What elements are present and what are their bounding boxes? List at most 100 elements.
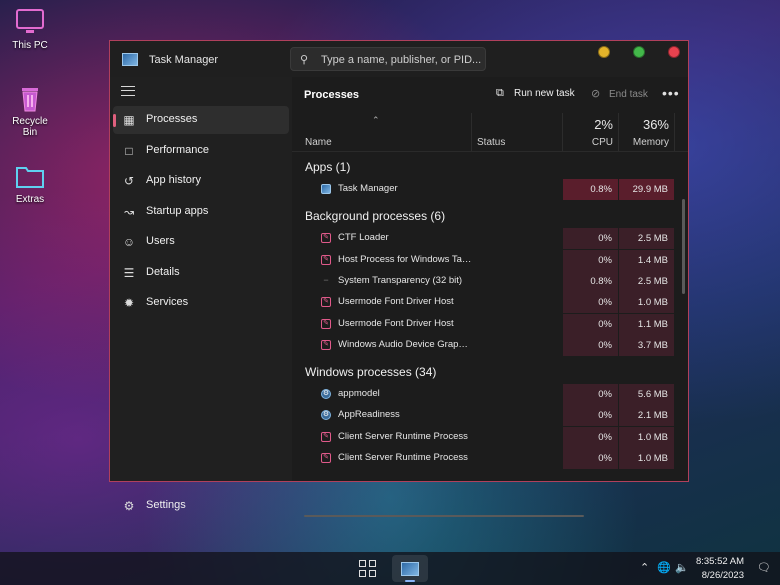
desktop-icon-this-pc[interactable]: This PC xyxy=(6,6,54,51)
memory-cell: 2.1 MB xyxy=(619,405,674,427)
start-button[interactable] xyxy=(359,560,377,578)
maximize-button[interactable] xyxy=(633,46,645,58)
table-row[interactable]: ✎ Host Process for Windows Tasks 0% 1.4 MB xyxy=(292,249,682,271)
sidebar-item-label: Processes xyxy=(146,113,198,125)
table-row[interactable]: ✎ Client Server Runtime Process 0% 1.0 MB xyxy=(292,448,682,469)
memory-value: 1.0 MB xyxy=(637,431,668,443)
task-manager-app-icon xyxy=(122,53,138,66)
cpu-value: 0.8% xyxy=(590,184,612,195)
column-header-name[interactable]: Name xyxy=(305,137,332,148)
group-header[interactable]: Windows processes (34) xyxy=(305,365,436,379)
column-header-memory-percent[interactable]: 36% xyxy=(623,117,669,132)
memory-cell: 1.1 MB xyxy=(619,313,674,335)
monitor-icon xyxy=(16,9,44,33)
column-divider[interactable] xyxy=(471,113,472,151)
horizontal-scrollbar[interactable] xyxy=(304,515,584,517)
search-icon: ⚲ xyxy=(300,54,309,66)
memory-cell: 1.0 MB xyxy=(619,426,674,448)
table-row[interactable]: Task Manager 0.8% 29.9 MB xyxy=(292,179,682,200)
process-name: Usermode Font Driver Host xyxy=(338,296,454,308)
cpu-cell: 0% xyxy=(563,384,618,406)
chevron-up-icon[interactable]: ⌃ xyxy=(640,561,649,574)
process-list: Apps (1) Task Manager 0.8% 29.9 MB Backgroun… xyxy=(292,152,682,472)
table-row[interactable]: ✎ Usermode Font Driver Host 0% 1.0 MB xyxy=(292,292,682,314)
settings-gear-icon: ⚙ xyxy=(123,499,135,513)
search-box[interactable]: ⚲ xyxy=(290,47,486,71)
sidebar-item-users[interactable]: ☺ Users xyxy=(113,228,289,256)
group-header[interactable]: Background processes (6) xyxy=(305,209,445,223)
cpu-value: 0% xyxy=(598,410,612,422)
column-divider[interactable] xyxy=(674,113,675,151)
network-globe-icon[interactable]: 🌐 xyxy=(657,561,671,574)
minimize-button[interactable] xyxy=(598,46,610,58)
sidebar-item-startup-apps[interactable]: ↝ Startup apps xyxy=(113,198,289,226)
sidebar-item-label: Settings xyxy=(146,499,186,511)
table-row[interactable]: ✎ Windows Audio Device Graph ... 0% 3.7 MB xyxy=(292,334,682,356)
sidebar-item-label: Performance xyxy=(146,143,209,156)
clock[interactable]: 8:35:52 AM 8/26/2023 xyxy=(694,555,744,583)
edit-icon: ✎ xyxy=(321,318,331,329)
process-name: AppReadiness xyxy=(338,409,400,421)
desktop-icon-recycle-bin[interactable]: Recycle Bin xyxy=(6,82,54,138)
column-divider[interactable] xyxy=(618,113,619,151)
cpu-value: 0% xyxy=(598,233,612,245)
end-task-button[interactable]: ⊘ End task xyxy=(591,87,648,103)
hamburger-menu-icon[interactable] xyxy=(121,86,135,96)
cpu-cell: 0% xyxy=(563,249,618,271)
search-input[interactable] xyxy=(319,51,483,69)
details-icon: ☰ xyxy=(123,265,135,280)
users-icon: ☺ xyxy=(122,235,136,249)
table-row[interactable]: ⚙ appmodel 0% 5.6 MB xyxy=(292,384,682,406)
desktop-icon-label: Extras xyxy=(15,194,45,205)
table-row[interactable]: − System Transparency (32 bit) 0.8% 2.5 MB xyxy=(292,270,682,292)
cpu-value: 0% xyxy=(598,339,612,351)
edit-icon: ✎ xyxy=(321,297,331,308)
run-new-task-button[interactable]: ⧉ Run new task xyxy=(496,87,575,103)
notification-icon[interactable]: 🗨 xyxy=(757,561,771,574)
folder-icon xyxy=(16,167,44,188)
process-name: Client Server Runtime Process xyxy=(338,452,468,463)
table-row[interactable]: ✎ Usermode Font Driver Host 0% 1.1 MB xyxy=(292,313,682,335)
title-bar[interactable]: Task Manager ⚲ xyxy=(110,41,688,77)
performance-icon: □ xyxy=(125,143,133,158)
run-new-task-label: Run new task xyxy=(514,88,575,99)
vertical-scrollbar[interactable] xyxy=(682,199,685,294)
group-header[interactable]: Apps (1) xyxy=(305,160,350,174)
sidebar-item-app-history[interactable]: ↺ App history xyxy=(113,167,289,195)
table-row[interactable]: ✎ Client Server Runtime Process 0% 1.0 MB xyxy=(292,426,682,448)
sidebar-item-services[interactable]: ✹ Services xyxy=(113,289,289,317)
more-options-button[interactable]: ••• xyxy=(662,85,680,101)
end-task-icon: ⊘ xyxy=(591,88,601,100)
processes-icon: ▦ xyxy=(123,113,135,127)
memory-value: 1.1 MB xyxy=(637,318,668,330)
cpu-cell: 0% xyxy=(563,313,618,335)
startup-apps-icon: ↝ xyxy=(123,204,135,219)
process-name: appmodel xyxy=(338,388,380,400)
taskbar-task-manager-button[interactable] xyxy=(392,555,428,582)
column-header-cpu-percent[interactable]: 2% xyxy=(567,117,613,132)
desktop-icon-extras[interactable]: Extras xyxy=(6,160,54,205)
column-header-status[interactable]: Status xyxy=(477,137,505,148)
end-task-label: End task xyxy=(609,89,648,100)
memory-cell: 2.5 MB xyxy=(619,228,674,250)
window-title: Task Manager xyxy=(149,54,219,66)
column-divider[interactable] xyxy=(562,113,563,151)
sidebar-item-details[interactable]: ☰ Details xyxy=(113,259,289,287)
processes-pane: Processes ⧉ Run new task ⊘ End task ••• ⌃ … xyxy=(292,77,688,517)
memory-cell: 1.0 MB xyxy=(619,292,674,314)
process-name: Usermode Font Driver Host xyxy=(338,317,454,329)
gear-icon: ⚙ xyxy=(321,410,331,421)
sidebar-item-settings[interactable]: ⚙ Settings xyxy=(113,492,289,520)
desktop-icon-label: This PC xyxy=(12,40,48,51)
close-button[interactable] xyxy=(668,46,680,58)
toolbar: Processes ⧉ Run new task ⊘ End task ••• xyxy=(292,77,688,113)
app-history-icon: ↺ xyxy=(123,174,135,188)
table-row[interactable]: ✎ CTF Loader 0% 2.5 MB xyxy=(292,228,682,250)
table-row[interactable]: ⚙ AppReadiness 0% 2.1 MB xyxy=(292,405,682,427)
volume-icon[interactable]: 🔈 xyxy=(675,561,689,574)
sidebar-item-label: Startup apps xyxy=(146,204,209,217)
column-header-cpu[interactable]: CPU xyxy=(567,137,613,148)
column-header-memory[interactable]: Memory xyxy=(623,137,669,148)
sidebar-item-performance[interactable]: □ Performance xyxy=(113,137,289,165)
sidebar-item-processes[interactable]: ▦ Processes xyxy=(113,106,289,134)
